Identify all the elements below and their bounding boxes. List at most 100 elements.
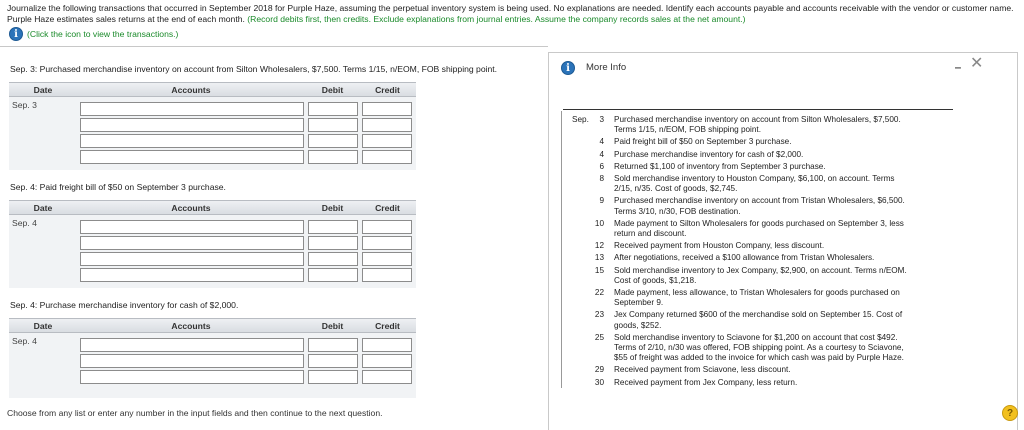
debit-input[interactable] [308, 354, 358, 368]
account-input[interactable] [80, 220, 304, 234]
account-input[interactable] [80, 338, 304, 352]
instructions-green: (Record debits first, then credits. Excl… [247, 14, 746, 24]
journal-table-sep4-freight: Date Accounts Debit Credit Sep. 4 [9, 200, 416, 288]
credit-input[interactable] [362, 134, 412, 148]
info-icon[interactable]: i [9, 27, 23, 41]
journal-table-sep3: Date Accounts Debit Credit Sep. 3 [9, 82, 416, 170]
transaction-line: Received payment from Houston Company, l… [614, 241, 825, 251]
help-button[interactable]: ? [1002, 405, 1018, 421]
transaction-description: Returned $1,100 of inventory from Septem… [608, 162, 938, 172]
transaction-line: Purchased merchandise inventory on accou… [614, 115, 901, 124]
transaction-item: 10 Made payment to Silton Wholesalers for… [562, 219, 957, 239]
debit-input[interactable] [308, 236, 358, 250]
transaction-line: Jex Company returned $600 of the merchan… [614, 310, 903, 320]
transaction-line: Paid freight bill of $50 on September 3 … [614, 137, 792, 147]
transaction-line: goods, $252. [614, 320, 662, 330]
transaction-line: 2/15, n/35. Cost of goods, $2,745. [614, 184, 738, 194]
transaction-line: Received payment from Sciavone, less dis… [614, 365, 791, 375]
transaction-item: 8 Sold merchandise inventory to Houston C… [562, 174, 957, 194]
transaction-description: Received payment from Sciavone, less dis… [608, 365, 938, 375]
transaction-day: 29 [594, 365, 604, 375]
debit-input[interactable] [308, 150, 358, 164]
modal-header: i More Info – ✕ [549, 53, 1017, 97]
header-accounts: Accounts [171, 84, 211, 95]
transaction-item: 25 Sold merchandise inventory to Sciavone… [562, 333, 957, 364]
divider [563, 109, 953, 110]
divider [0, 46, 548, 47]
transaction-line: $55 of freight was added to the invoice … [614, 353, 904, 363]
transaction-day: 15 [594, 265, 604, 275]
debit-input[interactable] [308, 102, 358, 116]
account-input[interactable] [80, 134, 304, 148]
account-input[interactable] [80, 150, 304, 164]
debit-input[interactable] [308, 370, 358, 384]
transaction-line: Made payment, less allowance, to Tristan… [614, 288, 900, 298]
debit-input[interactable] [308, 118, 358, 132]
transaction-line: Sold merchandise inventory to Sciavone f… [614, 332, 898, 342]
table-row [80, 370, 416, 384]
debit-input[interactable] [308, 338, 358, 352]
credit-input[interactable] [362, 354, 412, 368]
account-input[interactable] [80, 268, 304, 282]
transaction-month [562, 288, 592, 308]
credit-input[interactable] [362, 118, 412, 132]
credit-input[interactable] [362, 370, 412, 384]
account-input[interactable] [80, 236, 304, 250]
transaction-day: 13 [594, 253, 604, 263]
entry-date: Sep. 4 [12, 218, 37, 228]
credit-input[interactable] [362, 252, 412, 266]
account-input[interactable] [80, 118, 304, 132]
instructions: Journalize the following transactions th… [7, 3, 1017, 25]
transaction-item: 30 Received payment from Jex Company, les… [562, 378, 957, 388]
credit-input[interactable] [362, 150, 412, 164]
minimize-button[interactable]: – [952, 60, 964, 74]
transaction-description: Received payment from Houston Company, l… [608, 241, 938, 251]
table-row [80, 102, 416, 116]
transaction-month [562, 266, 592, 286]
header-debit: Debit [321, 320, 344, 331]
header-date: Date [33, 202, 53, 213]
credit-input[interactable] [362, 236, 412, 250]
close-icon[interactable]: ✕ [970, 53, 983, 73]
debit-input[interactable] [308, 220, 358, 234]
transaction-month [562, 365, 592, 375]
transaction-description: Sold merchandise inventory to Jex Compan… [608, 266, 938, 286]
transaction-day: 10 [594, 218, 604, 228]
question-sep4-cash: Sep. 4: Purchase merchandise inventory f… [10, 300, 239, 310]
transaction-description: Paid freight bill of $50 on September 3 … [608, 137, 938, 147]
table-header: Date Accounts Debit Credit [9, 318, 416, 333]
transaction-item: 6 Returned $1,100 of inventory from Septe… [562, 162, 957, 172]
table-row [80, 338, 416, 352]
account-input[interactable] [80, 102, 304, 116]
table-row [80, 252, 416, 266]
debit-input[interactable] [308, 252, 358, 266]
transaction-item: 29 Received payment from Sciavone, less d… [562, 365, 957, 375]
transaction-line: Terms 3/10, n/30, FOB destination. [614, 206, 741, 216]
account-input[interactable] [80, 354, 304, 368]
transactions-hint[interactable]: i (Click the icon to view the transactio… [9, 27, 178, 41]
credit-input[interactable] [362, 268, 412, 282]
header-accounts: Accounts [171, 202, 211, 213]
account-input[interactable] [80, 370, 304, 384]
credit-input[interactable] [362, 102, 412, 116]
transaction-day: 3 [599, 115, 604, 124]
transaction-month [562, 137, 592, 147]
account-input[interactable] [80, 252, 304, 266]
transaction-month [562, 253, 592, 263]
transaction-item: 12 Received payment from Houston Company,… [562, 241, 957, 251]
debit-input[interactable] [308, 268, 358, 282]
transaction-item: 15 Sold merchandise inventory to Jex Comp… [562, 266, 957, 286]
header-credit: Credit [375, 320, 400, 331]
transaction-item: 22 Made payment, less allowance, to Trist… [562, 288, 957, 308]
credit-input[interactable] [362, 220, 412, 234]
credit-input[interactable] [362, 338, 412, 352]
entry-date: Sep. 3 [12, 100, 37, 110]
transaction-line: Returned $1,100 of inventory from Septem… [614, 161, 826, 171]
transaction-day: 8 [599, 174, 604, 184]
transaction-line: Sold merchandise inventory to Houston Co… [614, 174, 895, 184]
transaction-day: 30 [594, 377, 604, 387]
transaction-day: 4 [599, 137, 604, 147]
table-row [80, 354, 416, 368]
header-accounts: Accounts [171, 320, 211, 331]
debit-input[interactable] [308, 134, 358, 148]
